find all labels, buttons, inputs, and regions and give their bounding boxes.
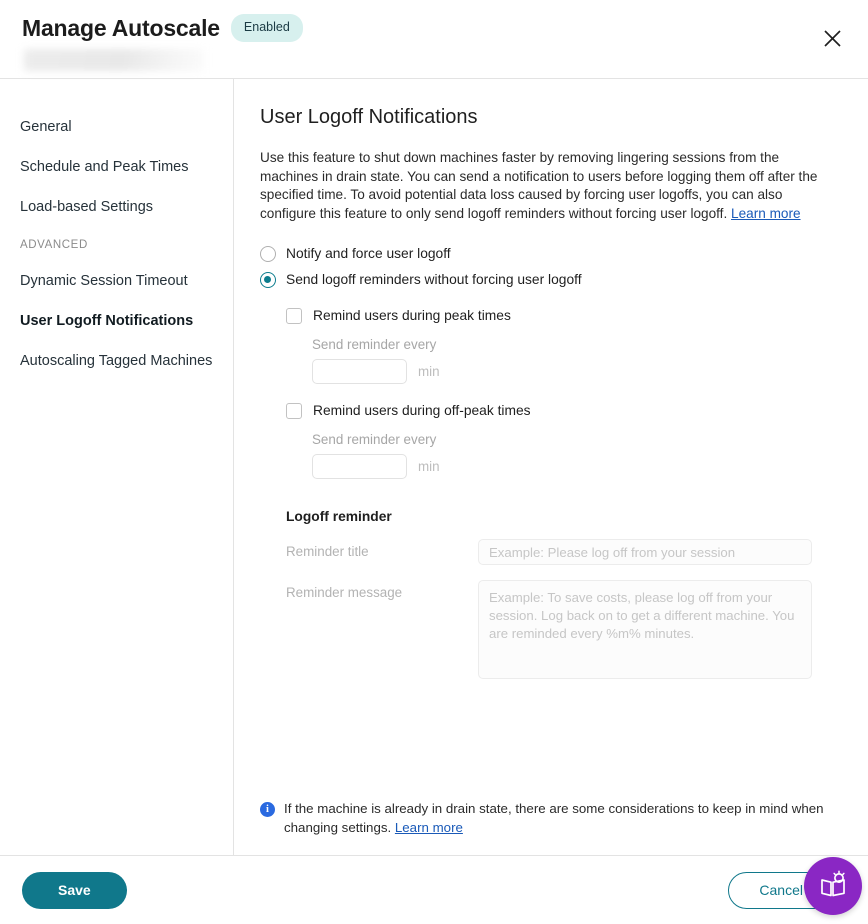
reminder-message-label: Reminder message: [286, 585, 403, 600]
radio-icon-selected[interactable]: [260, 272, 276, 288]
close-icon[interactable]: [818, 24, 846, 52]
sidebar-item-schedule-and-peak-times[interactable]: Schedule and Peak Times: [0, 147, 233, 187]
manage-autoscale-dialog: Manage Autoscale Enabled General Schedul…: [0, 0, 868, 924]
sidebar-item-dynamic-session-timeout[interactable]: Dynamic Session Timeout: [0, 261, 233, 301]
off-peak-times-group: Remind users during off-peak times Send …: [286, 402, 840, 479]
radio-send-logoff-reminders[interactable]: Send logoff reminders without forcing us…: [260, 271, 840, 289]
reminder-message-row: Reminder message: [286, 580, 840, 679]
reminder-message-input[interactable]: [478, 580, 812, 679]
page-title: Manage Autoscale: [22, 15, 220, 41]
sidebar-item-user-logoff-notifications[interactable]: User Logoff Notifications: [0, 301, 233, 341]
peak-interval-input[interactable]: [312, 359, 407, 384]
sidebar-item-load-based-settings[interactable]: Load-based Settings: [0, 187, 233, 227]
checkbox-icon-off-peak[interactable]: [286, 403, 302, 419]
reminder-title-row: Reminder title: [286, 539, 840, 565]
title-row: Manage Autoscale Enabled: [22, 14, 848, 42]
radio-icon-unselected[interactable]: [260, 246, 276, 262]
peak-interval-label: Send reminder every: [312, 337, 437, 352]
reminder-title-label: Reminder title: [286, 544, 369, 559]
peak-times-group: Remind users during peak times Send remi…: [286, 307, 840, 384]
save-button[interactable]: Save: [22, 871, 127, 909]
radio-label-send-reminders: Send logoff reminders without forcing us…: [286, 272, 582, 287]
status-badge: Enabled: [230, 14, 303, 42]
section-heading: User Logoff Notifications: [260, 106, 478, 128]
off-peak-interval-input[interactable]: [312, 454, 407, 479]
section-description: Use this feature to shut down machines f…: [260, 149, 840, 223]
off-peak-interval-label: Send reminder every: [312, 432, 437, 447]
peak-interval-unit: min: [418, 364, 440, 379]
info-note: i If the machine is already in drain sta…: [260, 800, 830, 837]
sidebar-section-advanced: ADVANCED: [20, 239, 88, 251]
info-note-learn-more-link[interactable]: Learn more: [395, 820, 463, 835]
book-lightbulb-icon: [818, 870, 848, 903]
guided-help-fab[interactable]: [804, 857, 862, 915]
sidebar-item-autoscaling-tagged-machines[interactable]: Autoscaling Tagged Machines: [0, 341, 233, 381]
info-note-message: If the machine is already in drain state…: [284, 801, 824, 835]
checkbox-remind-users-peak-times[interactable]: Remind users during peak times: [286, 307, 840, 325]
off-peak-interval-row: min: [312, 454, 840, 479]
checkbox-label-peak: Remind users during peak times: [313, 308, 511, 323]
info-note-text: If the machine is already in drain state…: [284, 800, 830, 837]
description-learn-more-link[interactable]: Learn more: [731, 206, 801, 221]
sidebar-item-general[interactable]: General: [0, 107, 233, 147]
redacted-subtitle: [24, 49, 204, 71]
checkbox-remind-users-off-peak-times[interactable]: Remind users during off-peak times: [286, 402, 840, 420]
peak-interval-row: min: [312, 359, 840, 384]
radio-label-notify-force: Notify and force user logoff: [286, 246, 451, 261]
dialog-body: General Schedule and Peak Times Load-bas…: [0, 78, 868, 856]
dialog-header: Manage Autoscale Enabled: [0, 0, 868, 78]
dialog-footer: Save Cancel: [0, 856, 868, 924]
off-peak-interval-unit: min: [418, 459, 440, 474]
reminder-title-input[interactable]: [478, 539, 812, 565]
radio-notify-and-force-user-logoff[interactable]: Notify and force user logoff: [260, 245, 840, 263]
info-icon: i: [260, 802, 275, 817]
checkbox-label-off-peak: Remind users during off-peak times: [313, 403, 531, 418]
logoff-reminder-heading: Logoff reminder: [286, 509, 392, 524]
settings-panel: User Logoff Notifications Use this featu…: [234, 79, 868, 855]
checkbox-icon-peak[interactable]: [286, 308, 302, 324]
sidebar-nav: General Schedule and Peak Times Load-bas…: [0, 79, 234, 855]
